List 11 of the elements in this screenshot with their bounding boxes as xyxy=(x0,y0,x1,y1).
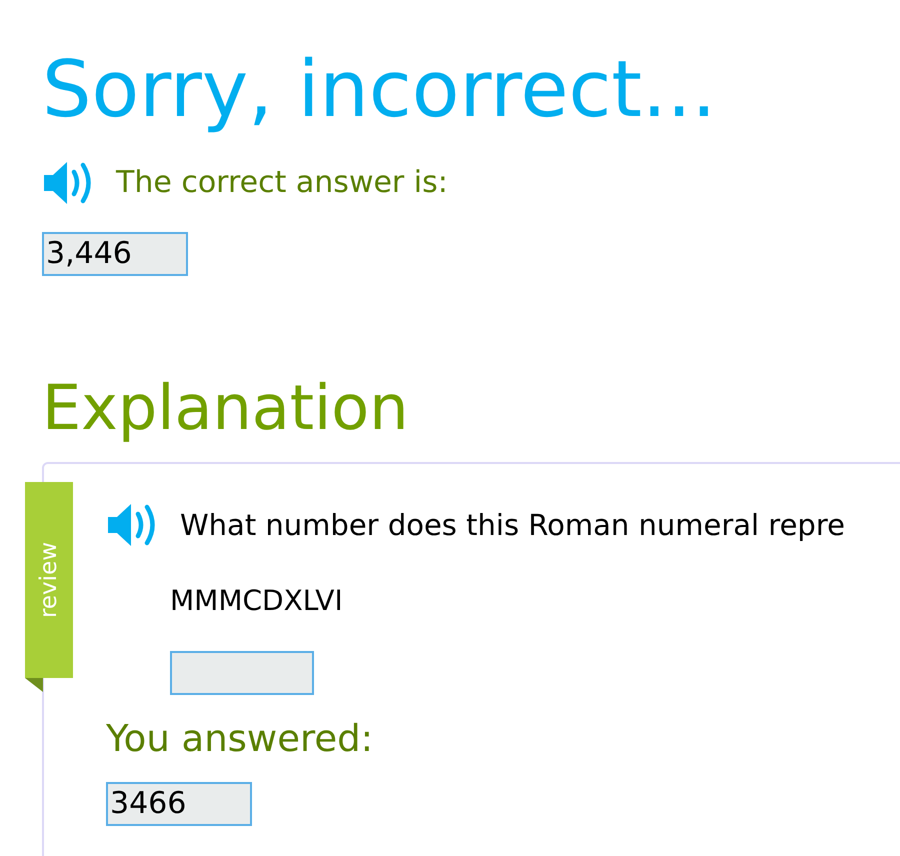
correct-answer-field: 3,446 xyxy=(42,232,188,276)
correct-answer-label: The correct answer is: xyxy=(116,165,448,200)
question-text: What number does this Roman numeral repre xyxy=(180,508,845,542)
page-title: Sorry, incorrect... xyxy=(42,48,718,134)
roman-numeral: MMMCDXLVI xyxy=(170,584,344,617)
ribbon-fold-icon xyxy=(25,678,43,692)
you-answered-label: You answered: xyxy=(106,716,374,760)
explanation-heading: Explanation xyxy=(42,374,410,442)
answer-field[interactable] xyxy=(170,650,314,695)
review-ribbon: review xyxy=(25,482,73,678)
your-answer-field: 3466 xyxy=(106,782,252,826)
